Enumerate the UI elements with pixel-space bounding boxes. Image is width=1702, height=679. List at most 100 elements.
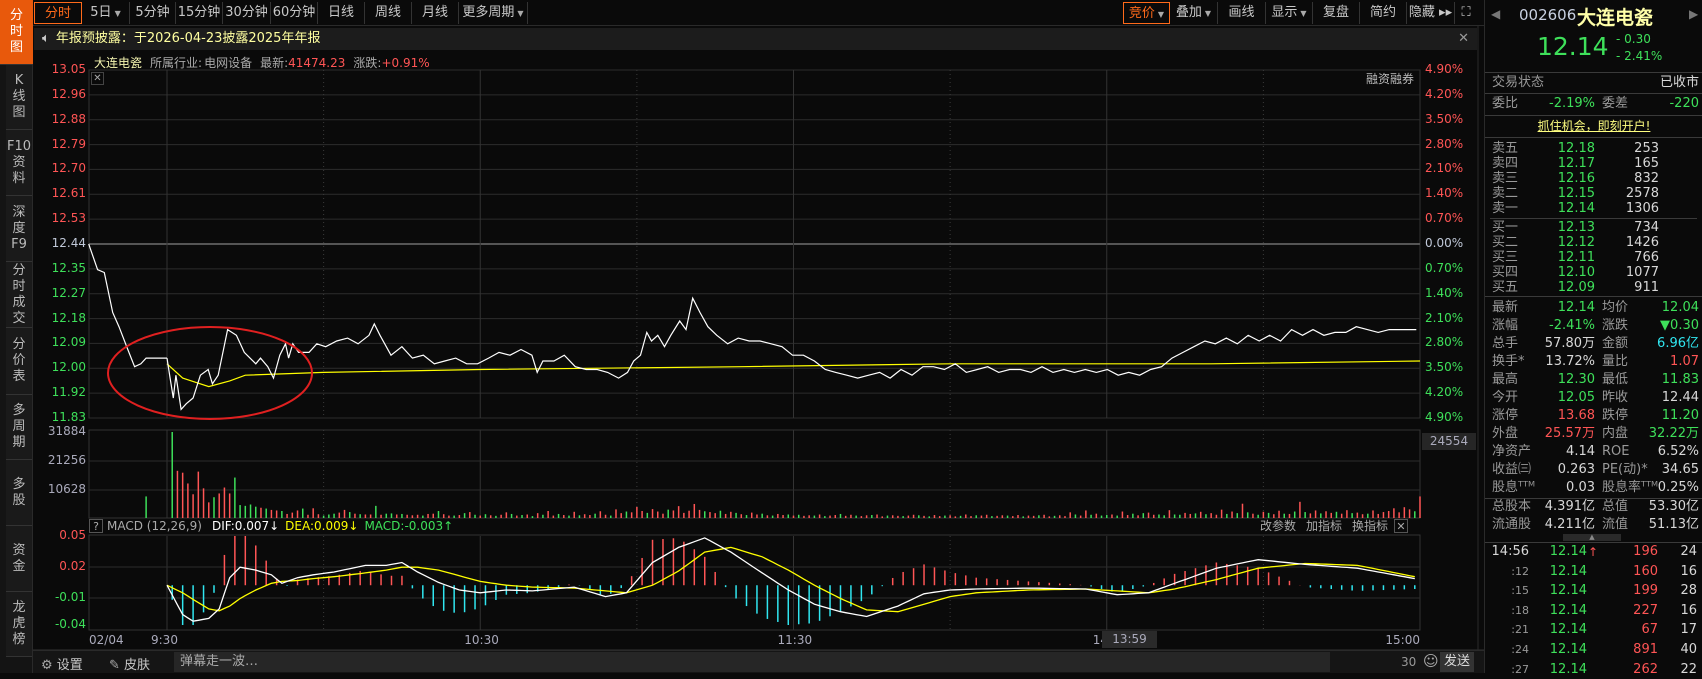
edit-params-button[interactable]: 改参数 xyxy=(1260,519,1296,533)
tick-count: 40 xyxy=(1680,642,1697,657)
chart-tool-button[interactable]: 叠加 ▼ xyxy=(1170,2,1218,24)
period-toolbar: 分时 5日 ▼ 5分钟 15分钟 30分钟 60分钟 日线 周线 月线 更多周期 ▼ 竞价 ▼ 叠加 ▼ 画线显… xyxy=(33,0,1484,26)
button-label: 复盘 xyxy=(1322,5,1349,20)
bid-row[interactable]: 买五 12.09 911 xyxy=(1485,280,1702,295)
stat-value: 0.03 xyxy=(1566,480,1595,495)
price-tick-label: 12.35 xyxy=(51,260,86,275)
tick-price: 12.14 xyxy=(1549,661,1587,677)
emoji-icon[interactable]: ☺ xyxy=(1423,652,1439,670)
close-icon[interactable]: ✕ xyxy=(1458,28,1469,50)
percent-tick-label: 4.90% xyxy=(1425,410,1464,424)
stat-label: ROE xyxy=(1602,444,1630,459)
bid-row[interactable]: 买二 12.12 1426 xyxy=(1485,235,1702,250)
macd-name[interactable]: MACD (12,26,9) xyxy=(107,519,202,533)
tick-volume: 67 xyxy=(1641,622,1658,638)
price-tick-label: 12.61 xyxy=(51,186,86,201)
sidebar-tab[interactable]: 分 价 表 xyxy=(6,328,32,395)
chart-tool-button[interactable]: 简约 xyxy=(1360,2,1407,24)
sidebar-tab[interactable]: 深 度 F9 xyxy=(6,196,32,262)
sidebar-tab[interactable]: 资 金 xyxy=(6,526,32,592)
prev-stock-arrow-icon[interactable]: ◀ xyxy=(1491,7,1500,21)
settings-button[interactable]: ⚙ 设置 xyxy=(41,654,83,673)
tick-price: 12.14 xyxy=(1549,642,1587,657)
stat-value: 12.05 xyxy=(1557,390,1595,405)
chart-tool-button[interactable]: 画线 xyxy=(1218,2,1266,24)
brush-icon: ✎ xyxy=(109,658,125,673)
sidebar-tab[interactable]: F10 资 料 xyxy=(6,130,32,196)
chart-close-icon[interactable]: ✕ xyxy=(91,72,104,85)
caret-down-icon: ▼ xyxy=(1204,9,1212,18)
ask-row[interactable]: 卖四 12.17 165 xyxy=(1485,156,1702,171)
price-change: - 0.30 xyxy=(1616,32,1651,46)
notice-bar: 🔈︎ 年报预披露：于2026-04-23披露2025年年报 ✕ xyxy=(34,28,1477,50)
stat-label: 总手 xyxy=(1492,336,1519,351)
send-button[interactable]: 发送 xyxy=(1440,652,1474,672)
caret-down-icon: ▼ xyxy=(1300,9,1307,18)
stat-label: 流通股 xyxy=(1492,517,1532,532)
add-indicator-button[interactable]: 加指标 xyxy=(1306,519,1342,533)
period-tab[interactable]: 月线 xyxy=(412,2,459,24)
next-stock-arrow-icon[interactable]: ▶ xyxy=(1689,7,1698,21)
chart-tool-button[interactable]: 显示 ▼ xyxy=(1266,2,1313,24)
sidebar-tab[interactable]: 多 周 期 xyxy=(6,395,32,460)
sidebar-tab[interactable]: 龙 虎 榜 xyxy=(6,592,32,657)
macd-actions: 改参数 加指标 换指标 ✕ xyxy=(1260,518,1408,535)
time-tick-label: 15:00 xyxy=(1385,633,1420,647)
tick-time: :21 xyxy=(1511,623,1529,637)
tab-label: 日线 xyxy=(327,5,354,20)
stat-label: 昨收 xyxy=(1602,390,1629,405)
tab-label: 15分钟 xyxy=(177,5,221,20)
skin-button[interactable]: ✎ 皮肤 xyxy=(109,654,150,673)
industry-value[interactable]: 电网设备 xyxy=(204,56,252,70)
help-button[interactable]: ? xyxy=(89,519,103,533)
period-tab[interactable]: 5分钟 xyxy=(130,2,176,24)
collapse-handle[interactable]: ▲ xyxy=(1563,534,1621,541)
tick-count: 28 xyxy=(1680,583,1697,599)
divider xyxy=(1485,72,1702,73)
macd-tick-label: 0.02 xyxy=(59,559,86,573)
ask-row[interactable]: 卖一 12.14 1306 xyxy=(1485,201,1702,216)
fullscreen-icon[interactable]: ⛶ xyxy=(1456,2,1476,24)
bid-row[interactable]: 买三 12.11 766 xyxy=(1485,250,1702,265)
sidebar-tab[interactable]: 分 时 图 xyxy=(0,0,33,65)
sidebar-tab[interactable]: 分 时 成 交 xyxy=(6,262,32,328)
stat-row: 股息ᵀᵀᴹ 0.03 股息率ᵀᵀᴹ 0.25% xyxy=(1485,479,1702,497)
open-account-link[interactable]: 抓住机会，即刻开户! xyxy=(1538,119,1651,133)
promo-row: 抓住机会，即刻开户! xyxy=(1485,117,1702,135)
bid-row[interactable]: 买四 12.10 1077 xyxy=(1485,265,1702,280)
level-price: 12.17 xyxy=(1557,156,1595,171)
notice-text[interactable]: 年报预披露：于2026-04-23披露2025年年报 xyxy=(56,31,321,46)
price-tick-label: 12.00 xyxy=(51,360,86,375)
period-tab[interactable]: 5日 ▼ xyxy=(82,2,130,24)
stat-label: 均价 xyxy=(1602,300,1629,315)
percent-tick-label: 2.10% xyxy=(1425,310,1464,325)
stat-value: ▼0.30 xyxy=(1660,318,1699,333)
level-label: 卖五 xyxy=(1492,141,1519,156)
margin-trading-label[interactable]: 融资融券 xyxy=(1366,70,1414,87)
period-tab[interactable]: 周线 xyxy=(365,2,412,24)
time-tick-label: 10:30 xyxy=(464,633,499,647)
chart-tool-button[interactable]: 竞价 ▼ xyxy=(1123,2,1170,24)
auction-price-line xyxy=(88,243,167,368)
sidebar-tab[interactable]: K 线 图 xyxy=(6,65,32,130)
switch-indicator-button[interactable]: 换指标 xyxy=(1352,519,1388,533)
level-volume: 1426 xyxy=(1625,235,1659,250)
chart-tool-button[interactable]: 复盘 xyxy=(1313,2,1360,24)
ask-row[interactable]: 卖三 12.16 832 xyxy=(1485,171,1702,186)
danmaku-input[interactable]: 弹幕走一波… xyxy=(174,652,1330,672)
sidebar-tab[interactable]: 多 股 xyxy=(6,460,32,526)
tick-row: 14:56 12.14 ↑ 196 24 xyxy=(1485,543,1702,561)
close-indicator-button[interactable]: ✕ xyxy=(1394,519,1408,533)
period-tab[interactable]: 60分钟 xyxy=(271,2,318,24)
period-tab[interactable]: 日线 xyxy=(318,2,365,24)
stat-value: 12.14 xyxy=(1557,300,1595,315)
chart-tool-button[interactable]: 隐藏 ▸▸ xyxy=(1407,2,1455,24)
stat-row: 外盘 25.57万 内盘 32.22万 xyxy=(1485,425,1702,443)
period-tab[interactable]: 15分钟 xyxy=(176,2,223,24)
ask-row[interactable]: 卖五 12.18 253 xyxy=(1485,141,1702,156)
bid-row[interactable]: 买一 12.13 734 xyxy=(1485,220,1702,235)
period-tab[interactable]: 分时 xyxy=(34,2,82,24)
period-tab[interactable]: 更多周期 ▼ xyxy=(459,2,528,24)
ask-row[interactable]: 卖二 12.15 2578 xyxy=(1485,186,1702,201)
period-tab[interactable]: 30分钟 xyxy=(223,2,271,24)
